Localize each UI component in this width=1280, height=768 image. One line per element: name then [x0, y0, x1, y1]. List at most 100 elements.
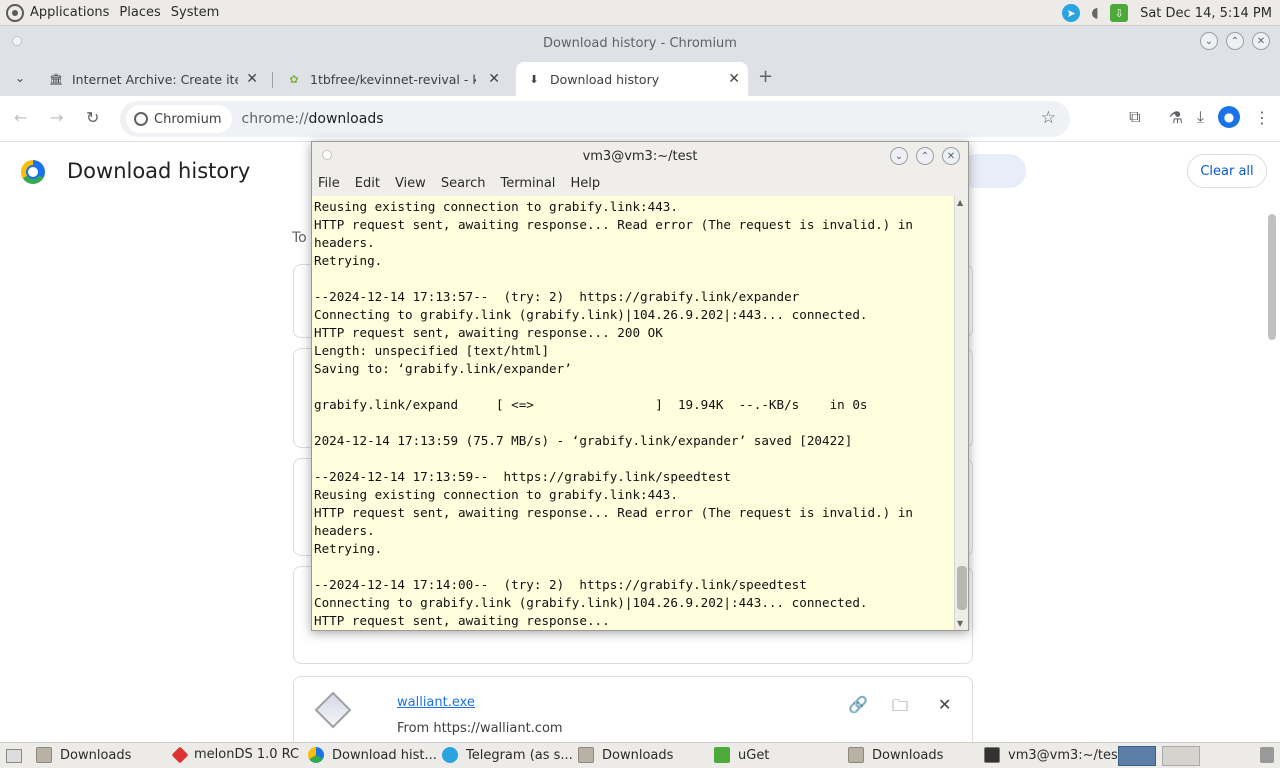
copy-link-icon[interactable]: 🔗: [848, 695, 868, 714]
menu-help[interactable]: Help: [570, 176, 600, 191]
tab-label: Internet Archive: Create item: [72, 71, 238, 87]
task-label: uGet: [738, 747, 770, 763]
extensions-puzzle-icon[interactable]: ⧉: [1129, 107, 1140, 127]
menu-kebab-icon[interactable]: ⋮: [1254, 108, 1270, 127]
terminal-line: --2024-12-14 17:13:57-- (try: 2) https:/…: [314, 289, 800, 304]
menu-view[interactable]: View: [395, 176, 426, 191]
folder-icon: [848, 747, 864, 763]
tab-search-chevron-icon[interactable]: ⌄: [10, 68, 30, 88]
task-chromium[interactable]: Download hist...: [308, 747, 437, 763]
task-downloads-3[interactable]: Downloads: [848, 747, 943, 763]
places-menu[interactable]: Places: [119, 5, 160, 20]
task-melonds[interactable]: melonDS 1.0 RC: [171, 746, 300, 763]
url-host: downloads: [308, 111, 384, 127]
show-desktop-icon[interactable]: [6, 749, 22, 763]
terminal-line: Reusing existing connection to grabify.l…: [314, 487, 678, 502]
menu-terminal[interactable]: Terminal: [500, 176, 555, 191]
scroll-down-icon[interactable]: ▼: [957, 619, 963, 628]
close-tab-icon[interactable]: ✕: [488, 71, 500, 87]
close-window-button[interactable]: ✕: [1252, 32, 1270, 50]
new-tab-plus-icon[interactable]: +: [758, 66, 773, 87]
telegram-tray-icon[interactable]: ➤: [1062, 4, 1081, 22]
site-chip[interactable]: Chromium: [126, 105, 232, 133]
github-icon: ✿: [289, 72, 299, 86]
maximize-button[interactable]: ⌃: [1226, 32, 1244, 50]
search-downloads-field[interactable]: [960, 154, 1026, 188]
tab-download-history[interactable]: ⬇ Download history ✕: [516, 62, 748, 96]
terminal-line: Saving to: ‘grabify.link/expander’: [314, 361, 572, 376]
profile-avatar-icon[interactable]: ●: [1218, 106, 1240, 128]
terminal-line: HTTP request sent, awaiting response... …: [314, 505, 913, 520]
reload-icon[interactable]: ↻: [86, 108, 99, 127]
task-telegram[interactable]: Telegram (as s...: [442, 747, 573, 763]
bookmark-star-icon[interactable]: ☆: [1041, 108, 1056, 128]
applications-icon[interactable]: [6, 3, 24, 22]
task-label: Downloads: [60, 747, 132, 763]
file-name-link[interactable]: walliant.exe: [397, 695, 475, 710]
remove-close-icon[interactable]: ✕: [938, 695, 951, 714]
task-label: Telegram (as s...: [466, 747, 573, 763]
tab-internet-archive[interactable]: 🏛 Internet Archive: Create item ✕: [40, 62, 266, 96]
downloads-icon[interactable]: ⤓: [1197, 107, 1204, 127]
task-downloads-2[interactable]: Downloads: [578, 747, 673, 763]
chromium-logo-icon: [21, 160, 45, 184]
browser-window-title: Download history - Chromium: [543, 35, 737, 51]
url-prefix: chrome://: [241, 111, 309, 127]
page-scrollbar-thumb[interactable]: [1268, 214, 1276, 340]
window-menu-dot[interactable]: [322, 150, 332, 160]
terminal-scrollbar-thumb[interactable]: [957, 566, 967, 610]
volume-icon[interactable]: ◖: [1086, 4, 1104, 22]
folder-icon: [578, 747, 594, 763]
terminal-line: Connecting to grabify.link (grabify.link…: [314, 595, 868, 610]
terminal-line: Retrying.: [314, 253, 383, 268]
url-text[interactable]: chrome://downloads: [242, 111, 384, 127]
back-arrow-icon[interactable]: ←: [14, 108, 27, 127]
maximize-button[interactable]: ⌃: [916, 147, 934, 165]
task-label: Downloads: [872, 747, 944, 763]
labs-flask-icon[interactable]: ⚗: [1169, 108, 1183, 127]
bottom-taskbar: Downloads melonDS 1.0 RC Download hist..…: [0, 742, 1280, 768]
tab-strip: ⌄ 🏛 Internet Archive: Create item ✕ ✿ 1t…: [0, 60, 1280, 96]
close-window-button[interactable]: ✕: [942, 147, 960, 165]
tab-label: Download history: [550, 71, 660, 87]
menu-edit[interactable]: Edit: [355, 176, 380, 191]
task-label: Downloads: [602, 747, 674, 763]
menu-search[interactable]: Search: [441, 176, 486, 191]
chromium-icon: [134, 112, 148, 126]
clear-all-button[interactable]: Clear all: [1187, 154, 1267, 188]
archive-icon: 🏛: [49, 72, 63, 86]
task-label: melonDS 1.0 RC: [194, 747, 300, 762]
minimize-button[interactable]: ⌄: [890, 147, 908, 165]
page-title: Download history: [67, 159, 251, 183]
task-uget[interactable]: uGet: [714, 747, 769, 763]
window-menu-dot[interactable]: [12, 36, 22, 46]
trash-icon[interactable]: [1260, 747, 1274, 763]
address-bar[interactable]: Chromium chrome://downloads ☆: [120, 101, 1070, 137]
close-tab-icon[interactable]: ✕: [246, 71, 258, 87]
tab-github[interactable]: ✿ 1tbfree/kevinnet-revival - ke ✕: [278, 62, 508, 96]
task-terminal[interactable]: vm3@vm3:~/test: [984, 747, 1123, 763]
workspace-1[interactable]: [1118, 746, 1156, 766]
show-in-folder-icon[interactable]: 🗀: [892, 695, 908, 722]
close-tab-icon[interactable]: ✕: [728, 71, 740, 87]
menu-file[interactable]: File: [318, 176, 340, 191]
terminal-scrollbar[interactable]: ▲ ▼: [954, 196, 968, 630]
uget-tray-icon[interactable]: ⇩: [1110, 4, 1129, 22]
top-panel: Applications Places System ➤ ◖ ⇩ Sat Dec…: [0, 0, 1280, 26]
workspace-2[interactable]: [1162, 746, 1200, 766]
task-downloads-1[interactable]: Downloads: [36, 747, 131, 763]
telegram-icon: [442, 747, 458, 763]
scroll-up-icon[interactable]: ▲: [957, 198, 963, 207]
terminal-output[interactable]: Reusing existing connection to grabify.l…: [312, 196, 954, 630]
minimize-button[interactable]: ⌄: [1200, 32, 1218, 50]
clock[interactable]: Sat Dec 14, 5:14 PM: [1140, 6, 1272, 21]
terminal-window: vm3@vm3:~/test ⌄ ⌃ ✕ File Edit View Sear…: [311, 141, 969, 631]
system-menu[interactable]: System: [171, 5, 219, 20]
terminal-line: --2024-12-14 17:14:00-- (try: 2) https:/…: [314, 577, 807, 592]
terminal-title: vm3@vm3:~/test: [582, 148, 698, 164]
terminal-line: HTTP request sent, awaiting response... …: [314, 217, 913, 232]
applications-menu[interactable]: Applications: [30, 5, 109, 20]
forward-arrow-icon[interactable]: →: [50, 108, 63, 127]
